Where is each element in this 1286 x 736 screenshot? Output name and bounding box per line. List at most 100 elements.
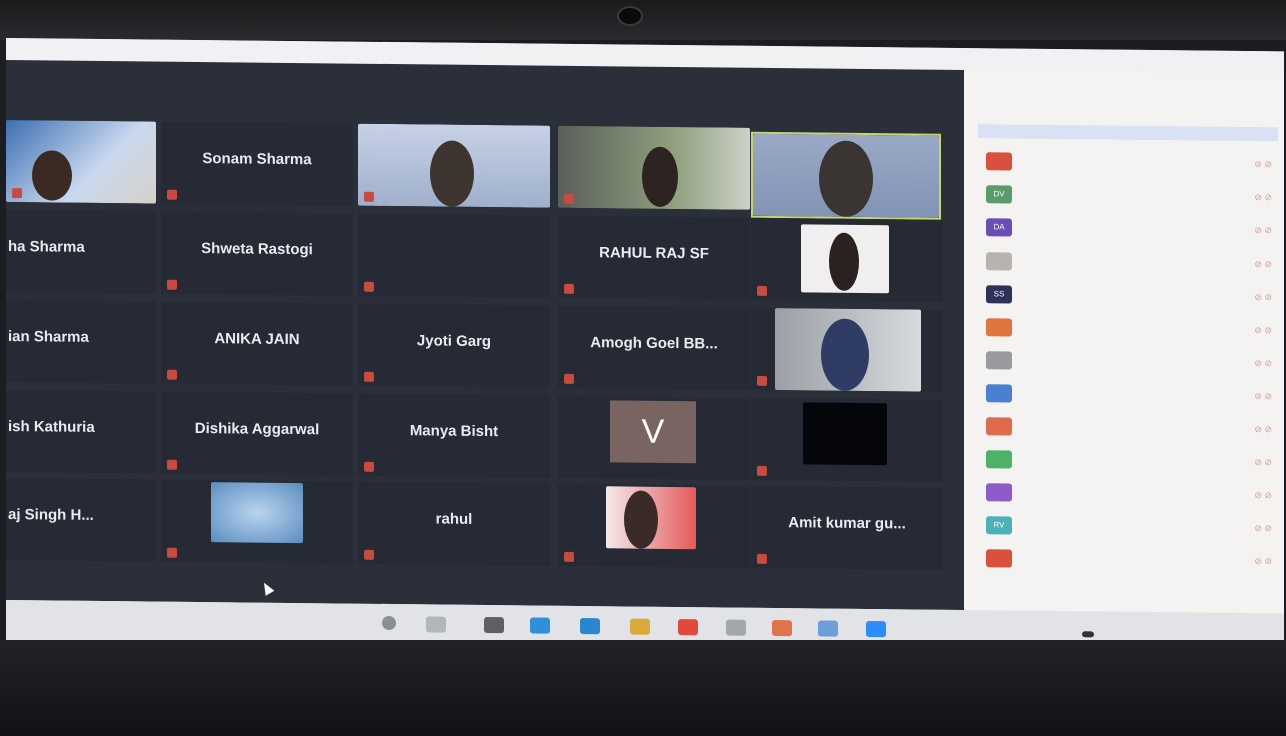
participants-panel: ⊘ ⊘ DV ⊘ ⊘ DA ⊘ ⊘ ⊘ ⊘ SS ⊘ ⊘ ⊘ ⊘ ⊘ ⊘ ⊘ ⊘ ⊘ …	[964, 70, 1284, 634]
avatar	[986, 252, 1012, 271]
video-tile-20[interactable]	[751, 397, 943, 482]
participant-search-bar[interactable]	[978, 124, 1278, 142]
laptop-bezel-top	[0, 0, 1286, 40]
participant-video	[558, 125, 750, 210]
avatar: DV	[986, 185, 1012, 204]
video-tile-14[interactable]: Amogh Goel BB...	[558, 305, 750, 390]
video-tile-6[interactable]: ha Sharma	[6, 210, 156, 294]
taskbar-search[interactable]	[20, 610, 360, 634]
cortana-icon[interactable]	[382, 615, 396, 631]
participant-row[interactable]: RV ⊘ ⊘	[986, 516, 1276, 539]
battery-icon[interactable]	[1082, 631, 1094, 638]
person-silhouette	[821, 318, 869, 392]
video-tile-15[interactable]	[751, 307, 943, 392]
participant-row[interactable]: DA ⊘ ⊘	[986, 218, 1276, 241]
video-tile-16[interactable]: ish Kathuria	[6, 390, 156, 474]
mic-video-icons: ⊘ ⊘	[1254, 490, 1272, 501]
video-tile-7[interactable]: Shweta Rastogi	[161, 211, 353, 296]
participant-row[interactable]: DV ⊘ ⊘	[986, 185, 1276, 208]
avatar	[986, 483, 1012, 502]
participant-name: Shweta Rastogi	[201, 240, 313, 259]
participant-name: RAHUL RAJ SF	[599, 244, 709, 263]
file-explorer-icon[interactable]	[580, 618, 600, 635]
video-tile-2[interactable]: Sonam Sharma	[161, 121, 353, 206]
participant-video	[606, 486, 696, 550]
avatar	[986, 152, 1012, 171]
video-tile-12[interactable]: ANIKA JAIN	[161, 301, 353, 386]
participant-video	[801, 224, 889, 294]
participant-row[interactable]: ⊘ ⊘	[986, 549, 1276, 572]
video-tile-4[interactable]	[558, 125, 750, 210]
participant-row[interactable]: ⊘ ⊘	[986, 450, 1276, 473]
participant-row[interactable]: ⊘ ⊘	[986, 318, 1276, 341]
video-tile-25[interactable]: Amit kumar gu...	[751, 485, 943, 570]
mic-video-icons: ⊘ ⊘	[1254, 457, 1272, 468]
mic-video-icons: ⊘ ⊘	[1254, 159, 1272, 170]
store-icon[interactable]	[484, 617, 504, 634]
zoom-app-icon[interactable]	[866, 621, 886, 638]
muted-mic-icon	[167, 547, 177, 558]
person-silhouette	[430, 140, 474, 207]
person-silhouette	[642, 146, 678, 208]
video-tile-9[interactable]: RAHUL RAJ SF	[558, 215, 750, 300]
muted-mic-icon	[757, 553, 767, 564]
app-icon[interactable]	[818, 620, 838, 637]
video-tile-3[interactable]	[358, 123, 550, 208]
video-tile-10[interactable]	[751, 217, 943, 302]
webcam	[617, 6, 643, 26]
participant-name: Amogh Goel BB...	[590, 334, 718, 353]
participant-name: ish Kathuria	[8, 418, 95, 436]
task-view-icon[interactable]	[426, 616, 446, 633]
participant-row[interactable]: ⊘ ⊘	[986, 384, 1276, 407]
avatar	[986, 417, 1012, 436]
office-icon[interactable]	[678, 619, 698, 636]
participant-name: aj Singh H...	[8, 506, 94, 524]
laptop-screen: Sonam Sharma ha Sharma Shweta Rastogi RA…	[6, 38, 1284, 656]
video-tile-13[interactable]: Jyoti Garg	[358, 303, 550, 388]
video-tile-19[interactable]: V	[558, 395, 750, 480]
participant-video	[803, 402, 887, 466]
video-tile-18[interactable]: Manya Bisht	[358, 393, 550, 478]
avatar	[986, 351, 1012, 370]
participant-row[interactable]: ⊘ ⊘	[986, 252, 1276, 275]
muted-mic-icon	[757, 285, 767, 296]
participant-name: ian Sharma	[8, 328, 89, 346]
avatar	[986, 384, 1012, 403]
mic-video-icons: ⊘ ⊘	[1254, 292, 1272, 303]
participant-row[interactable]: SS ⊘ ⊘	[986, 285, 1276, 308]
participant-name: ANIKA JAIN	[214, 330, 300, 349]
video-tile-1[interactable]	[6, 120, 156, 204]
video-tile-24[interactable]	[558, 483, 750, 568]
avatar: SS	[986, 285, 1012, 304]
participant-name: Dishika Aggarwal	[194, 419, 320, 439]
mic-video-icons: ⊘ ⊘	[1254, 225, 1272, 236]
participant-video	[211, 482, 303, 544]
participant-name: Sonam Sharma	[202, 150, 312, 169]
video-tile-17[interactable]: Dishika Aggarwal	[161, 391, 353, 476]
muted-mic-icon	[564, 373, 574, 384]
mic-video-icons: ⊘ ⊘	[1254, 424, 1272, 435]
video-tile-23[interactable]: rahul	[358, 481, 550, 566]
avatar	[986, 450, 1012, 469]
participant-video	[358, 123, 550, 208]
app-icon[interactable]	[772, 620, 792, 637]
mic-video-icons: ⊘ ⊘	[1254, 325, 1272, 336]
video-tile-21[interactable]: aj Singh H...	[6, 478, 156, 562]
participant-row[interactable]: ⊘ ⊘	[986, 152, 1276, 175]
participant-row[interactable]: ⊘ ⊘	[986, 417, 1276, 440]
mic-video-icons: ⊘ ⊘	[1254, 556, 1272, 567]
avatar: DA	[986, 218, 1012, 237]
person-silhouette	[829, 232, 859, 291]
video-tile-active-speaker[interactable]	[751, 131, 941, 220]
video-tile-8[interactable]	[358, 213, 550, 298]
video-tile-11[interactable]: ian Sharma	[6, 300, 156, 384]
video-tile-22[interactable]	[161, 479, 353, 564]
participant-row[interactable]: ⊘ ⊘	[986, 483, 1276, 506]
muted-mic-icon	[167, 369, 177, 380]
edge-icon[interactable]	[530, 617, 550, 634]
app-icon[interactable]	[726, 619, 746, 636]
participant-row[interactable]: ⊘ ⊘	[986, 351, 1276, 374]
chrome-icon[interactable]	[630, 618, 650, 635]
participant-name: rahul	[435, 510, 473, 528]
participant-video	[753, 133, 939, 218]
